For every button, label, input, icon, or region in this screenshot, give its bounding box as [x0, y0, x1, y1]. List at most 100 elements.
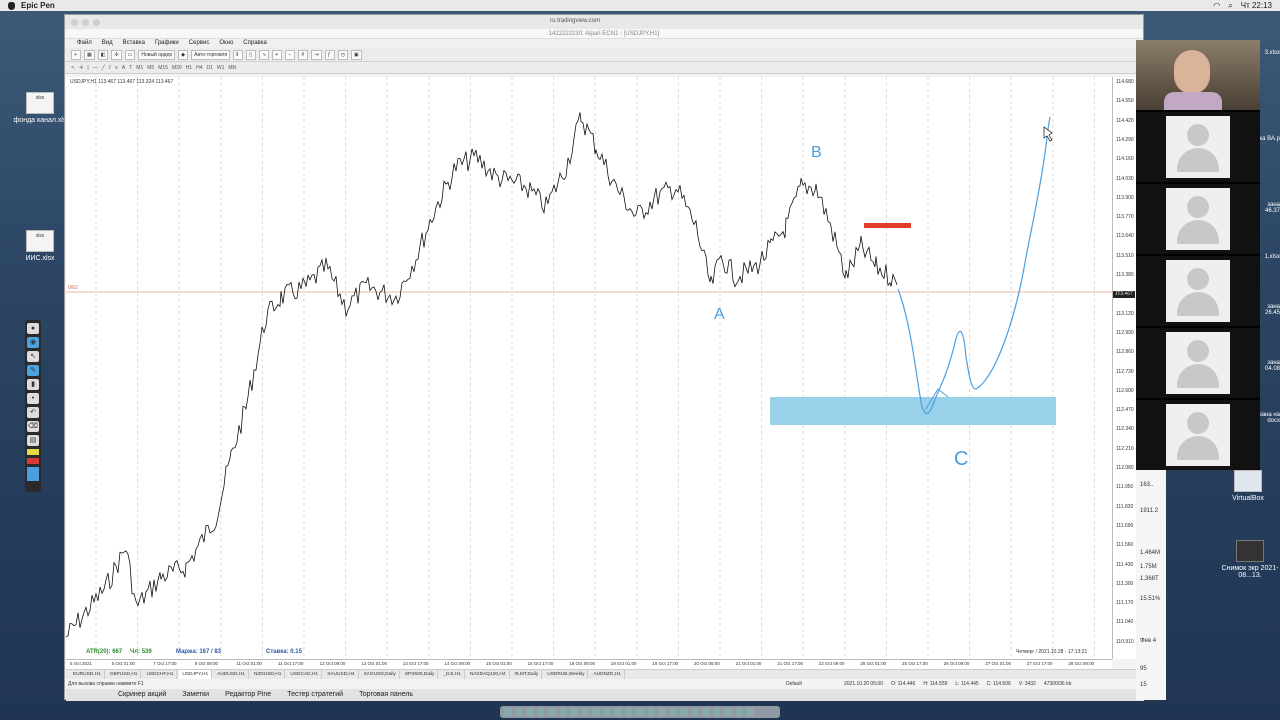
label-icon[interactable]: T [129, 65, 132, 71]
clipboard-icon[interactable]: ▤ [27, 435, 39, 446]
trendline-icon[interactable]: ╱ [102, 65, 105, 71]
periods-icon[interactable]: ◷ [337, 49, 348, 60]
editor-icon[interactable]: ◆ [178, 49, 189, 60]
color-swatch-red[interactable] [27, 458, 39, 464]
desktop-screenshot[interactable]: Снимок экр 2021-08...13. [1220, 540, 1280, 579]
trash-icon[interactable]: ⌫ [27, 421, 39, 432]
trash-icon[interactable] [746, 708, 754, 716]
minimize-button[interactable] [82, 18, 89, 26]
menu-help[interactable]: Справка [243, 39, 267, 48]
symbol-tab[interactable]: SPX500,Daily [402, 670, 439, 679]
app-icon[interactable] [537, 708, 545, 716]
app-icon[interactable] [691, 708, 699, 716]
app-icon[interactable] [515, 708, 523, 716]
color-swatch-yellow[interactable] [27, 449, 39, 455]
auto-trading-button[interactable]: Авто-торговля [191, 49, 231, 60]
menu-file[interactable]: Файл [77, 39, 92, 48]
close-button[interactable] [71, 18, 78, 26]
color-swatch-blue[interactable] [27, 467, 39, 481]
line-chart-icon[interactable]: ∿ [259, 49, 270, 60]
symbol-tab[interactable]: #LMT,Daily [512, 670, 543, 679]
zoom-in-icon[interactable]: + [272, 49, 283, 60]
crosshair-icon[interactable]: ✛ [79, 65, 83, 71]
symbol-tab[interactable]: XAUUSD,H4 [324, 670, 359, 679]
desktop-virtualbox[interactable]: VirtualBox [1218, 470, 1278, 502]
app-icon[interactable] [592, 708, 600, 716]
app-icon[interactable] [614, 708, 622, 716]
menu-tools[interactable]: Сервис [189, 39, 210, 48]
tab-pine-editor[interactable]: Редактор Pine [225, 689, 271, 701]
app-icon[interactable] [625, 708, 633, 716]
symbol-tab[interactable]: AUDUSD,H1 [214, 670, 249, 679]
app-icon[interactable] [702, 708, 710, 716]
tf-d1[interactable]: D1 [206, 65, 212, 71]
chart-canvas[interactable]: A B C 0/62 [65, 77, 1112, 659]
host-video[interactable] [1136, 40, 1260, 110]
symbol-tab[interactable]: NZDUSD,H1 [251, 670, 286, 679]
market-watch-icon[interactable]: ◧ [97, 49, 109, 60]
templates-icon[interactable]: ▣ [350, 49, 362, 60]
zoom-out-icon[interactable]: − [285, 49, 296, 60]
app-icon[interactable] [526, 708, 534, 716]
app-icon[interactable] [724, 708, 732, 716]
participant-tile[interactable] [1136, 328, 1260, 398]
app-icon[interactable] [636, 708, 644, 716]
address-bar[interactable]: ru.tradingview.com [550, 18, 600, 24]
time-axis[interactable]: 5 Oct 2021 6 Oct 01:00 7 Oct 17:00 8 Oct 09… [66, 659, 1112, 669]
menu-charts[interactable]: Графики [155, 39, 179, 48]
menu-view[interactable]: Вид [102, 39, 113, 48]
cursor-tool-icon[interactable]: ↖ [71, 65, 75, 71]
brush-size-icon[interactable]: • [27, 393, 39, 404]
highlighter-icon[interactable]: ▮ [27, 379, 39, 390]
vline-icon[interactable]: | [87, 65, 88, 71]
price-chart[interactable]: A B C 0/62 USDJPY,H1 113.467 113.467 113… [65, 77, 1112, 659]
search-icon[interactable]: ⌕ [1228, 1, 1232, 11]
zoom-button[interactable] [93, 18, 100, 26]
terminal-icon[interactable]: ▭ [124, 49, 136, 60]
tf-m30[interactable]: M30 [172, 65, 182, 71]
symbol-tab[interactable]: USDJPY,H1 [179, 670, 213, 679]
menu-window[interactable]: Окно [219, 39, 233, 48]
apple-icon[interactable] [8, 1, 15, 10]
symbol-tab[interactable]: _DJI,H1 [440, 670, 465, 679]
participant-tile[interactable] [1136, 400, 1260, 470]
bar-chart-icon[interactable]: ⫴ [233, 49, 244, 60]
clock[interactable]: Чт 22:13 [1241, 1, 1272, 10]
app-icon[interactable] [570, 708, 578, 716]
desktop-file-fund[interactable]: xlsx фонда канал.xls [10, 92, 70, 124]
symbol-tab[interactable]: XAGUSD,Daily [361, 670, 400, 679]
symbol-tab[interactable]: USDCAD,H1 [287, 670, 323, 679]
app-icon[interactable] [548, 708, 556, 716]
app-icon[interactable] [603, 708, 611, 716]
tf-mn[interactable]: MN [228, 65, 236, 71]
app-icon[interactable] [559, 708, 567, 716]
app-icon[interactable] [581, 708, 589, 716]
cursor-icon[interactable]: ↖ [27, 351, 39, 362]
undo-icon[interactable]: ↶ [27, 407, 39, 418]
new-chart-icon[interactable]: + [71, 49, 81, 60]
app-name[interactable]: Epic Pen [21, 1, 55, 10]
app-icon[interactable] [658, 708, 666, 716]
pen-icon[interactable]: ✎ [27, 365, 39, 376]
tf-m1[interactable]: M1 [136, 65, 143, 71]
participant-tile[interactable] [1136, 112, 1260, 182]
channel-icon[interactable]: ⫽ [109, 65, 111, 71]
tab-stock-screener[interactable]: Скринер акций [118, 689, 166, 701]
text-icon[interactable]: A [122, 65, 125, 71]
symbol-tab[interactable]: AUDNZD,H1 [590, 670, 625, 679]
symbol-tab[interactable]: NASDAQ100,H4 [467, 670, 510, 679]
finder-icon[interactable] [504, 708, 512, 716]
candles-icon[interactable]: ▯ [246, 49, 257, 60]
profiles-icon[interactable]: ▦ [84, 49, 95, 60]
epic-pen-logo-icon[interactable]: ● [27, 323, 39, 334]
app-icon[interactable] [735, 708, 743, 716]
tab-strategy-tester[interactable]: Тестер стратегий [287, 689, 343, 701]
eye-icon[interactable]: ◉ [27, 337, 39, 348]
navigator-icon[interactable]: ✣ [111, 49, 122, 60]
tab-notes[interactable]: Заметки [182, 689, 209, 701]
app-icon[interactable] [669, 708, 677, 716]
symbol-tab[interactable]: USDRUB,Weekly [544, 670, 589, 679]
app-icon[interactable] [713, 708, 721, 716]
symbol-tab[interactable]: EURUSD,H1 [70, 670, 105, 679]
hline-icon[interactable]: — [93, 65, 98, 71]
